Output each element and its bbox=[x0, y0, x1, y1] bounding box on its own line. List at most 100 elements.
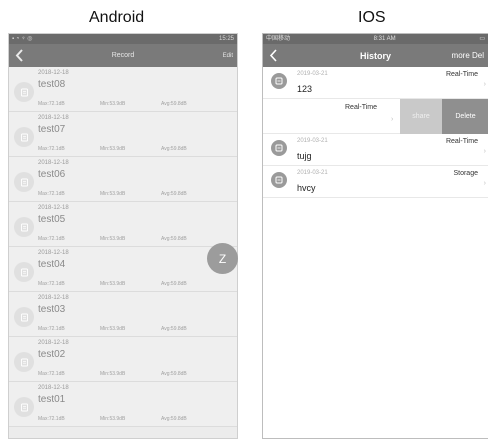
more-delete-button[interactable]: more Del bbox=[452, 51, 484, 60]
history-type: Real-Time bbox=[445, 71, 478, 78]
record-name: test05 bbox=[38, 214, 66, 225]
history-type: Real-Time bbox=[345, 104, 378, 111]
ios-screen: 中国移动 8:31 AM ▭ History more Del 2019-03-… bbox=[262, 33, 488, 439]
record-avg: Avg:59.8dB bbox=[161, 326, 187, 332]
record-name: test04 bbox=[38, 259, 66, 270]
history-date: 2019-03-21 bbox=[297, 138, 328, 144]
record-row[interactable]: 2018-12-18 test04 Max:72.1dB Min:53.9dB Avg:… bbox=[9, 247, 237, 292]
record-row[interactable]: 2018-12-18 test08 Max:72.1dB Min:53.9dB Avg:… bbox=[9, 67, 237, 112]
record-file-icon bbox=[14, 352, 34, 372]
android-heading: Android bbox=[89, 9, 145, 26]
record-min: Min:53.9dB bbox=[100, 416, 126, 422]
record-file-icon bbox=[14, 262, 34, 282]
history-date: 2019-03-21 bbox=[297, 71, 328, 77]
record-min: Min:53.9dB bbox=[100, 326, 126, 332]
record-file-icon bbox=[14, 307, 34, 327]
record-max: Max:72.1dB bbox=[38, 416, 65, 422]
android-status-time: 15:25 bbox=[218, 36, 234, 42]
record-file-icon bbox=[271, 73, 287, 89]
record-max: Max:72.1dB bbox=[38, 101, 65, 107]
floating-action-button[interactable]: Z bbox=[207, 243, 238, 274]
record-avg: Avg:59.8dB bbox=[161, 146, 187, 152]
history-name: hvcy bbox=[297, 183, 316, 193]
record-max: Max:72.1dB bbox=[38, 371, 65, 377]
record-row[interactable]: 2018-12-18 test06 Max:72.1dB Min:53.9dB Avg:… bbox=[9, 157, 237, 202]
back-icon[interactable] bbox=[263, 44, 283, 67]
record-file-icon bbox=[14, 217, 34, 237]
record-date: 2018-12-18 bbox=[38, 250, 69, 256]
record-file-icon bbox=[14, 397, 34, 417]
delete-button[interactable]: Delete bbox=[442, 99, 488, 134]
record-date: 2018-12-18 bbox=[38, 160, 69, 166]
history-row[interactable]: 2019-03-21 123 Real-Time › bbox=[263, 67, 488, 99]
chevron-right-icon: › bbox=[391, 116, 394, 123]
record-date: 2018-12-18 bbox=[38, 340, 69, 346]
android-status-bar: ▪ ◔ ♆ ◎ 15:25 bbox=[9, 34, 237, 44]
android-screen: ▪ ◔ ♆ ◎ 15:25 Record Edit 2018-12-18 test… bbox=[8, 33, 238, 439]
share-button[interactable]: share bbox=[400, 99, 442, 134]
history-row[interactable]: 2019-03-21 hvcy Storage › bbox=[263, 166, 488, 198]
record-name: test01 bbox=[38, 394, 66, 405]
record-max: Max:72.1dB bbox=[38, 281, 65, 287]
record-name: test02 bbox=[38, 349, 66, 360]
history-type: Real-Time bbox=[445, 138, 478, 145]
record-avg: Avg:59.8dB bbox=[161, 416, 187, 422]
history-row[interactable]: 2019-03-21 tujg Real-Time › bbox=[263, 134, 488, 166]
record-row[interactable]: 2018-12-18 test01 Max:72.1dB Min:53.9dB Avg:… bbox=[9, 382, 237, 427]
record-min: Min:53.9dB bbox=[100, 101, 126, 107]
battery-icon: ▭ bbox=[479, 36, 485, 42]
edit-button[interactable]: Edit bbox=[223, 53, 233, 59]
history-name: tujg bbox=[297, 151, 312, 161]
record-name: test08 bbox=[38, 79, 66, 90]
record-min: Min:53.9dB bbox=[100, 146, 126, 152]
history-type: Storage bbox=[453, 170, 478, 177]
record-min: Min:53.9dB bbox=[100, 191, 126, 197]
chevron-right-icon: › bbox=[483, 81, 486, 88]
ios-nav-bar: History more Del bbox=[263, 44, 488, 67]
record-avg: Avg:59.8dB bbox=[161, 191, 187, 197]
record-avg: Avg:59.8dB bbox=[161, 281, 187, 287]
record-min: Min:53.9dB bbox=[100, 281, 126, 287]
record-name: test03 bbox=[38, 304, 66, 315]
history-date: 2019-03-21 bbox=[297, 170, 328, 176]
record-avg: Avg:59.8dB bbox=[161, 236, 187, 242]
record-name: test07 bbox=[38, 124, 66, 135]
record-date: 2018-12-18 bbox=[38, 205, 69, 211]
ios-status-bar: 中国移动 8:31 AM ▭ bbox=[263, 34, 488, 44]
ios-status-time: 8:31 AM bbox=[373, 36, 396, 42]
record-row[interactable]: 2018-12-18 test03 Max:72.1dB Min:53.9dB Avg:… bbox=[9, 292, 237, 337]
android-page-title: Record bbox=[111, 52, 135, 59]
record-name: test06 bbox=[38, 169, 66, 180]
android-record-list: 2018-12-18 test08 Max:72.1dB Min:53.9dB Avg:… bbox=[9, 67, 237, 427]
record-file-icon bbox=[271, 140, 287, 156]
record-min: Min:53.9dB bbox=[100, 371, 126, 377]
android-app-bar: Record Edit bbox=[9, 44, 237, 67]
status-icons-left: ▪ ◔ ♆ ◎ bbox=[12, 36, 33, 42]
record-row[interactable]: 2018-12-18 test07 Max:72.1dB Min:53.9dB Avg:… bbox=[9, 112, 237, 157]
record-date: 2018-12-18 bbox=[38, 295, 69, 301]
record-min: Min:53.9dB bbox=[100, 236, 126, 242]
history-row-swiped[interactable]: Real-Time › share Delete bbox=[263, 99, 488, 134]
comparison-page: Android IOS ▪ ◔ ♆ ◎ 15:25 Record Edit 20… bbox=[0, 0, 488, 439]
record-file-icon bbox=[14, 127, 34, 147]
record-max: Max:72.1dB bbox=[38, 191, 65, 197]
record-max: Max:72.1dB bbox=[38, 326, 65, 332]
record-date: 2018-12-18 bbox=[38, 115, 69, 121]
record-file-icon bbox=[14, 172, 34, 192]
chevron-right-icon: › bbox=[483, 148, 486, 155]
chevron-right-icon: › bbox=[483, 180, 486, 187]
ios-carrier: 中国移动 bbox=[266, 36, 291, 42]
record-file-icon bbox=[14, 82, 34, 102]
record-avg: Avg:59.8dB bbox=[161, 371, 187, 377]
record-date: 2018-12-18 bbox=[38, 385, 69, 391]
record-avg: Avg:59.8dB bbox=[161, 101, 187, 107]
history-name: 123 bbox=[297, 84, 313, 94]
record-max: Max:72.1dB bbox=[38, 146, 65, 152]
record-row[interactable]: 2018-12-18 test02 Max:72.1dB Min:53.9dB Avg:… bbox=[9, 337, 237, 382]
record-file-icon bbox=[271, 172, 287, 188]
record-max: Max:72.1dB bbox=[38, 236, 65, 242]
ios-heading: IOS bbox=[358, 9, 386, 26]
back-icon[interactable] bbox=[9, 44, 29, 67]
record-date: 2018-12-18 bbox=[38, 70, 69, 76]
record-row[interactable]: 2018-12-18 test05 Max:72.1dB Min:53.9dB Avg:… bbox=[9, 202, 237, 247]
